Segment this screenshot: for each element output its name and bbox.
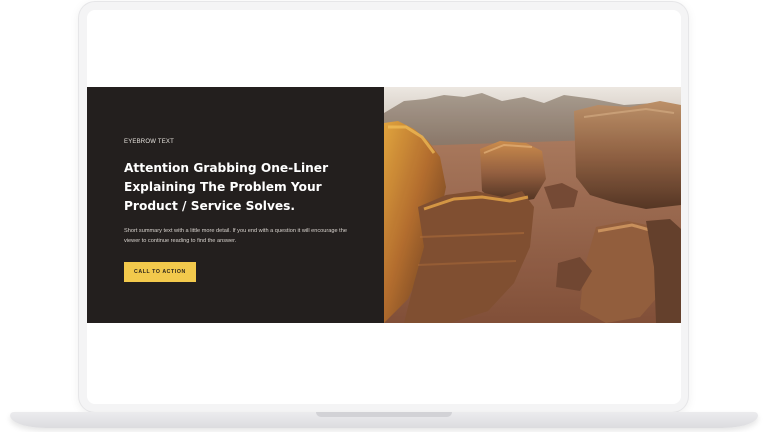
laptop-notch: [316, 412, 452, 417]
hero-summary: Short summary text with a little more de…: [124, 228, 347, 244]
laptop-screen: EYEBROW TEXT Attention Grabbing One-Line…: [87, 10, 681, 404]
hero-section: EYEBROW TEXT Attention Grabbing One-Line…: [87, 87, 681, 323]
hero-text-panel: EYEBROW TEXT Attention Grabbing One-Line…: [87, 87, 384, 323]
call-to-action-button[interactable]: CALL TO ACTION: [124, 262, 196, 282]
eyebrow-text: EYEBROW TEXT: [124, 139, 174, 145]
hero-image: [384, 87, 681, 323]
hero-headline: Attention Grabbing One-Liner Explaining …: [124, 161, 329, 213]
laptop-mockup: EYEBROW TEXT Attention Grabbing One-Line…: [0, 0, 768, 432]
desert-rock-formations-image: [384, 87, 681, 323]
